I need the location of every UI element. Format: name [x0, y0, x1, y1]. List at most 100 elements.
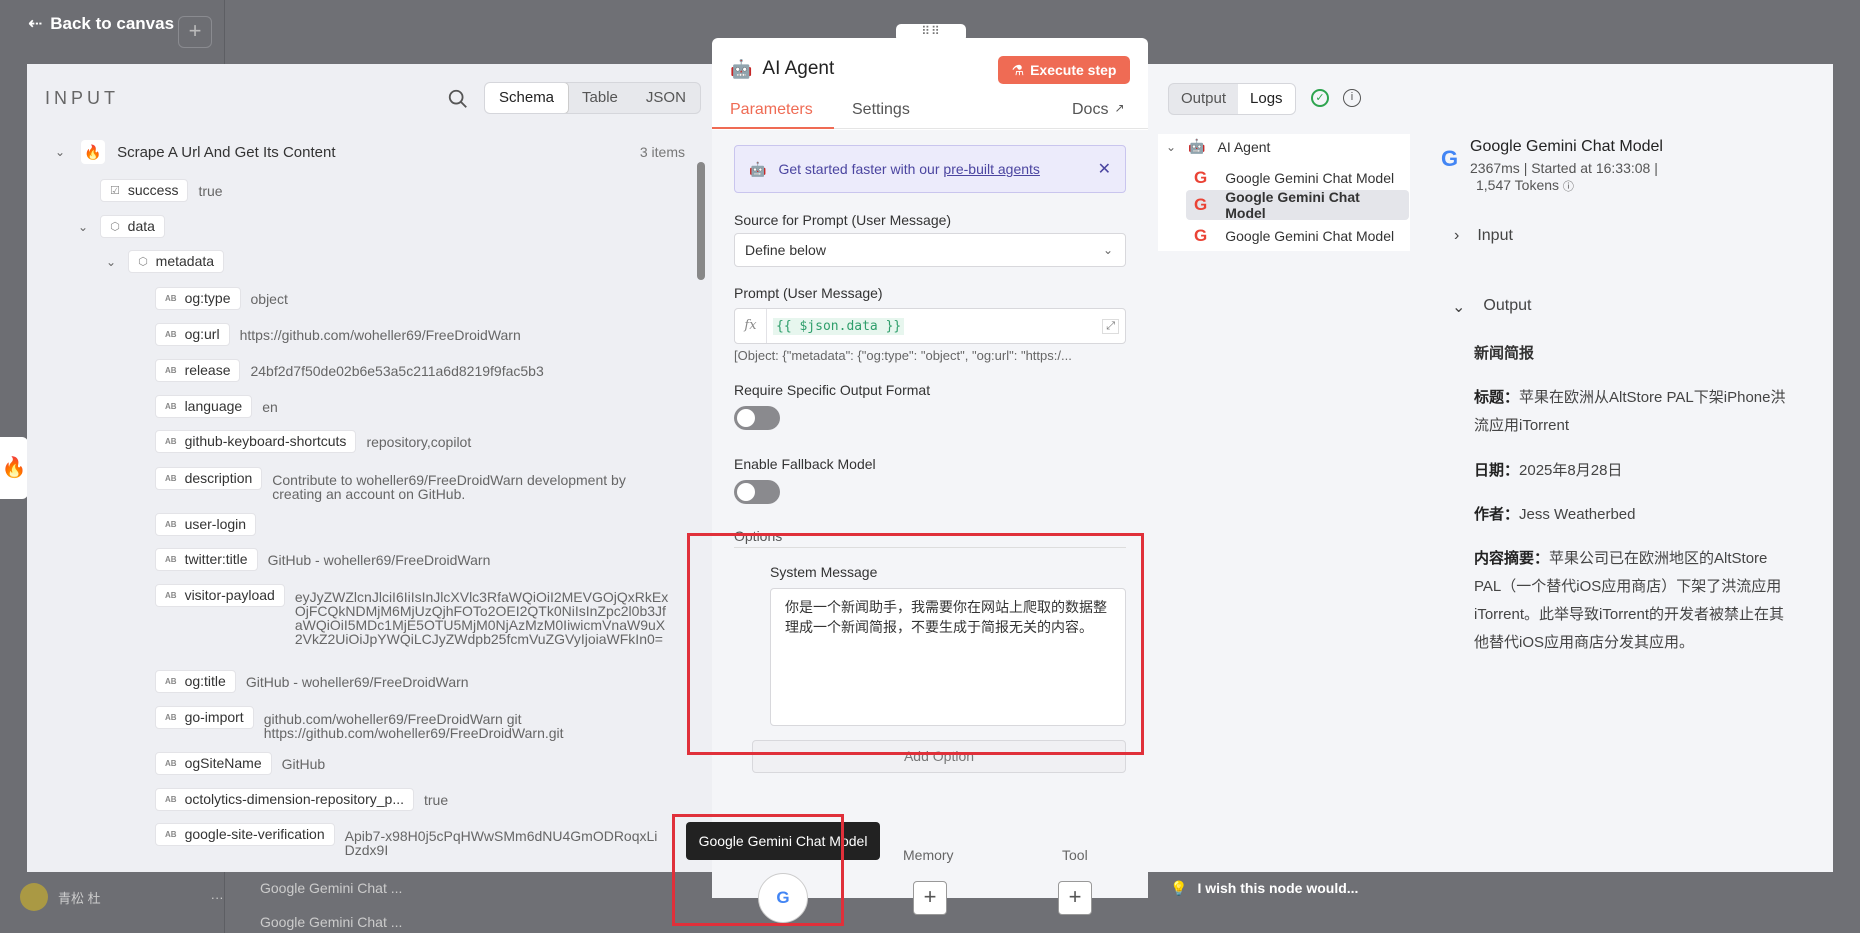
field-row: AB og:type object	[155, 287, 288, 310]
source-select[interactable]: Define below ⌄	[734, 233, 1126, 267]
field-row: AB user-login	[155, 513, 257, 536]
require-format-toggle[interactable]	[734, 406, 780, 430]
field-key[interactable]: AB visitor-payload	[155, 584, 285, 607]
tab-logs[interactable]: Logs	[1238, 84, 1295, 114]
field-row: AB og:title GitHub - woheller69/FreeDroidW…	[155, 670, 469, 693]
fallback-toggle[interactable]	[734, 480, 780, 504]
close-icon[interactable]: ✕	[1098, 159, 1111, 179]
prompt-expression-input[interactable]: fx{{ $json.data }} ⤢	[734, 308, 1126, 344]
output-section-toggle[interactable]: ⌄ Output	[1452, 297, 1531, 317]
field-row: AB github-keyboard-shortcuts repository,co…	[155, 430, 471, 453]
back-to-canvas-button[interactable]: ⇠ Back to canvas	[28, 14, 174, 34]
tree-item-selected[interactable]: G Google Gemini Chat Model	[1186, 189, 1409, 221]
tab-underline	[712, 127, 834, 129]
tab-parameters[interactable]: Parameters	[730, 101, 813, 119]
field-key[interactable]: ⬡ data	[100, 215, 165, 238]
field-row: AB visitor-payload eyJyZWZlcnJlciI6IiIsInJ…	[155, 584, 670, 646]
field-key[interactable]: ☑ success	[100, 179, 189, 202]
bg-node-item: Google Gemini Chat ...	[260, 914, 403, 930]
tab-json[interactable]: JSON	[632, 83, 700, 113]
date: 日期：2025年8月28日	[1474, 462, 1623, 479]
execute-step-button[interactable]: ⚗ Execute step	[998, 56, 1130, 84]
field-row: AB go-import github.com/woheller69/FreeDro…	[155, 706, 624, 740]
news-title: 新闻简报	[1474, 345, 1535, 362]
prompt-label: Prompt (User Message)	[734, 285, 883, 301]
info-icon[interactable]: i	[1343, 89, 1361, 107]
tab-settings[interactable]: Settings	[852, 101, 910, 119]
detail-title: Google Gemini Chat Model	[1470, 138, 1663, 155]
success-icon: ✓	[1311, 89, 1329, 107]
tab-schema[interactable]: Schema	[485, 83, 569, 113]
canvas-add-button[interactable]: +	[178, 16, 212, 48]
highlight-box	[687, 533, 1144, 755]
field-row: AB twitter:title GitHub - woheller69/FreeD…	[155, 548, 490, 571]
flask-icon: ⚗	[1011, 61, 1025, 78]
field-row: AB google-site-verification Apib7-x98H0j5c…	[155, 823, 665, 869]
author: 作者：Jess Weatherbed	[1474, 506, 1636, 523]
input-header: INPUT	[45, 88, 119, 108]
feedback-link[interactable]: 💡 I wish this node would...	[1170, 880, 1358, 897]
field-key[interactable]: AB og:type	[155, 287, 241, 310]
google-icon: G	[1194, 195, 1208, 214]
tree-item[interactable]: G Google Gemini Chat Model	[1190, 166, 1398, 190]
tab-output[interactable]: Output	[1169, 84, 1238, 114]
field-key[interactable]: AB description	[155, 467, 263, 490]
input-view-switch: Schema Table JSON	[484, 82, 701, 114]
tab-table[interactable]: Table	[568, 83, 632, 113]
chevron-right-icon: ›	[1454, 227, 1460, 244]
node-row[interactable]: ⌄ 🔥 Scrape A Url And Get Its Content 3 i…	[55, 140, 685, 164]
bg-node-item: Google Gemini Chat ...	[260, 880, 403, 896]
detail-meta: 2367ms | Started at 16:33:08 | 1,547 Toke…	[1470, 160, 1658, 193]
tree-item-ai-agent[interactable]: ⌄ 🤖 AI Agent	[1166, 138, 1270, 155]
info-icon: ⓘ	[1562, 181, 1574, 193]
field-key[interactable]: AB release	[155, 359, 241, 382]
more-icon[interactable]: ···	[211, 890, 224, 905]
chevron-down-icon[interactable]: ⌄	[55, 145, 65, 159]
google-icon: G	[1194, 226, 1208, 245]
input-section-toggle[interactable]: › Input	[1454, 227, 1513, 245]
robot-icon: 🤖	[749, 160, 767, 177]
cube-icon: ⬡	[110, 220, 120, 233]
robot-icon: 🤖	[1188, 138, 1206, 154]
flame-icon: 🔥	[81, 140, 106, 164]
search-icon[interactable]	[447, 88, 469, 110]
field-row: ⌄ ⬡ data	[78, 215, 165, 238]
arrow-left-icon: ⇠	[28, 14, 43, 33]
summary: 内容摘要：苹果公司已在欧洲地区的AltStore PAL（一个替代iOS应用商店…	[1474, 550, 1785, 651]
tool-label: Tool	[1062, 847, 1088, 863]
field-key[interactable]: AB og:title	[155, 670, 236, 693]
field-key[interactable]: AB language	[155, 395, 253, 418]
highlight-box	[672, 814, 844, 926]
field-key[interactable]: ⬡ metadata	[128, 250, 225, 273]
chevron-down-icon[interactable]: ⌄	[106, 255, 116, 269]
memory-label: Memory	[903, 847, 954, 863]
field-key[interactable]: AB github-keyboard-shortcuts	[155, 430, 357, 453]
field-row: ☑ success true	[100, 179, 223, 202]
field-key[interactable]: AB user-login	[155, 513, 257, 536]
avatar	[20, 883, 48, 911]
field-row: AB release 24bf2d7f50de02b6e53a5c211a6d821…	[155, 359, 544, 382]
field-key[interactable]: AB octolytics-dimension-repository_p...	[155, 788, 414, 811]
expand-icon[interactable]: ⤢	[1102, 318, 1119, 334]
flame-icon[interactable]: 🔥	[0, 437, 28, 499]
field-row: AB description Contribute to woheller69/Fr…	[155, 467, 652, 501]
field-key[interactable]: AB go-import	[155, 706, 254, 729]
prompt-preview: [Object: {"metadata": {"og:type": "objec…	[734, 348, 1072, 363]
field-key[interactable]: AB twitter:title	[155, 548, 258, 571]
field-row: ⌄ ⬡ metadata	[106, 250, 225, 273]
user-menu[interactable]: 青松 杜 ···	[20, 883, 224, 911]
prebuilt-agents-link[interactable]: pre-built agents	[943, 161, 1040, 177]
docs-link[interactable]: Docs ↗	[1072, 101, 1125, 119]
add-tool-button[interactable]: +	[1058, 881, 1092, 915]
add-memory-button[interactable]: +	[913, 881, 947, 915]
field-key[interactable]: AB og:url	[155, 323, 230, 346]
prebuilt-agents-banner: 🤖 Get started faster with our pre-built …	[734, 145, 1126, 193]
field-key[interactable]: AB ogSiteName	[155, 752, 272, 775]
chevron-down-icon[interactable]: ⌄	[78, 220, 88, 234]
tree-item[interactable]: G Google Gemini Chat Model	[1190, 224, 1398, 248]
field-key[interactable]: AB google-site-verification	[155, 823, 335, 846]
output-view-switch: Output Logs	[1168, 83, 1296, 115]
scrollbar-thumb[interactable]	[697, 162, 705, 280]
chevron-down-icon: ⌄	[1452, 299, 1466, 316]
external-link-icon: ↗	[1114, 101, 1125, 115]
